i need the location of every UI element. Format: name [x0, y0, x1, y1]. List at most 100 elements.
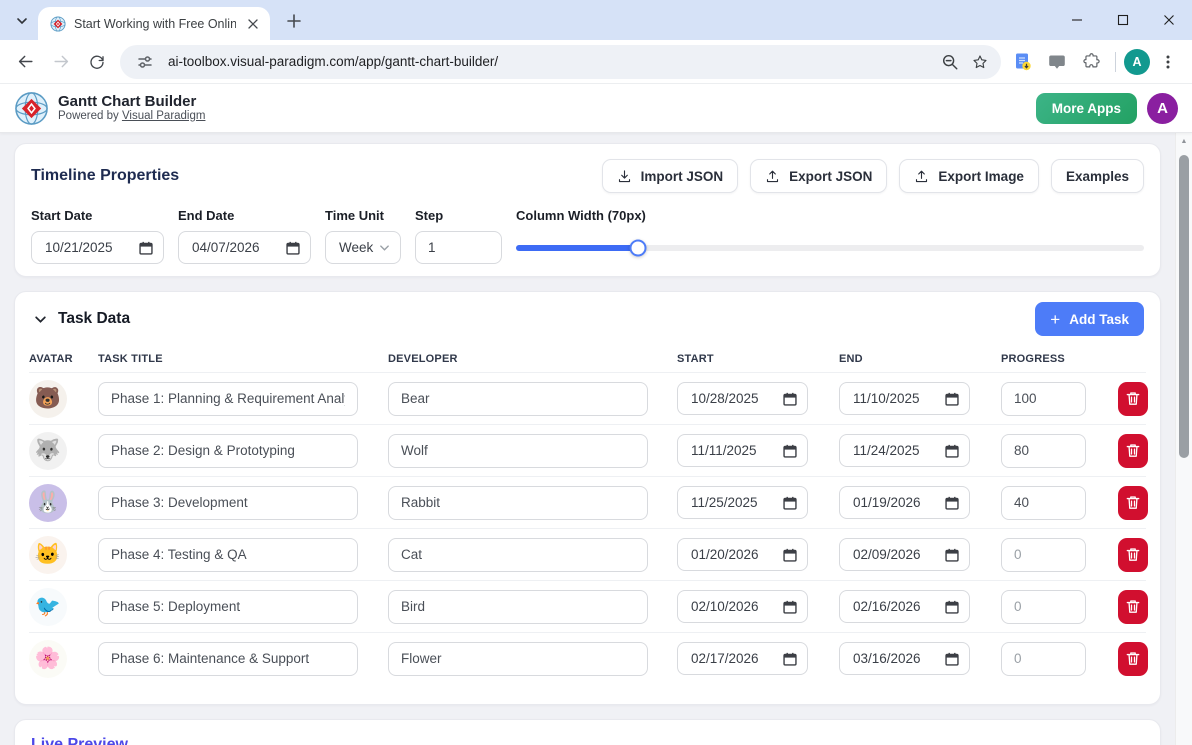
- calendar-icon[interactable]: [286, 241, 300, 255]
- window-minimize-button[interactable]: [1054, 0, 1100, 40]
- task-end-date-input[interactable]: 02/09/2026: [839, 538, 970, 571]
- calendar-icon[interactable]: [783, 548, 797, 562]
- back-button[interactable]: [8, 45, 42, 79]
- page-scrollbar[interactable]: ▲: [1175, 133, 1192, 745]
- import-json-button[interactable]: Import JSON: [601, 159, 739, 193]
- collapse-section-button[interactable]: [28, 307, 52, 331]
- tab-search-button[interactable]: [10, 9, 34, 33]
- delete-task-button[interactable]: [1118, 589, 1148, 624]
- reload-button[interactable]: [80, 45, 114, 79]
- comment-extension-icon[interactable]: [1041, 46, 1073, 78]
- window-controls: [1054, 0, 1192, 40]
- trash-icon: [1126, 599, 1140, 614]
- task-progress-input[interactable]: [1001, 589, 1086, 624]
- calendar-icon[interactable]: [945, 548, 959, 562]
- task-title-input[interactable]: [98, 589, 358, 624]
- task-start-date-input[interactable]: 01/20/2026: [677, 538, 808, 571]
- main-content: Timeline Properties Import JSON Export J…: [0, 133, 1192, 745]
- window-maximize-button[interactable]: [1100, 0, 1146, 40]
- scrollbar-thumb[interactable]: [1179, 155, 1189, 458]
- calendar-icon[interactable]: [945, 652, 959, 666]
- slider-thumb[interactable]: [629, 239, 647, 256]
- task-developer-input[interactable]: [388, 589, 648, 624]
- task-end-date-input[interactable]: 02/16/2026: [839, 590, 970, 623]
- calendar-icon[interactable]: [945, 392, 959, 406]
- start-date-value: 01/20/2026: [691, 547, 759, 562]
- task-developer-input[interactable]: [388, 641, 648, 676]
- calendar-icon[interactable]: [945, 496, 959, 510]
- task-title-input[interactable]: [98, 641, 358, 676]
- scrollbar-up-arrow-icon[interactable]: ▲: [1176, 138, 1192, 145]
- task-progress-input[interactable]: [1001, 537, 1086, 572]
- task-title-input[interactable]: [98, 485, 358, 520]
- forward-button[interactable]: [44, 45, 78, 79]
- column-width-slider[interactable]: [516, 231, 1144, 264]
- delete-task-button[interactable]: [1118, 485, 1148, 520]
- delete-task-button[interactable]: [1118, 641, 1148, 676]
- examples-button[interactable]: Examples: [1050, 159, 1144, 193]
- step-input[interactable]: [415, 231, 502, 264]
- browser-menu-button[interactable]: [1152, 46, 1184, 78]
- bird-avatar: 🐦: [29, 587, 67, 626]
- start-date-input[interactable]: 10/21/2025: [31, 231, 164, 264]
- task-progress-input[interactable]: [1001, 485, 1086, 520]
- task-end-date-input[interactable]: 11/10/2025: [839, 382, 970, 415]
- task-progress-input[interactable]: [1001, 381, 1086, 416]
- calendar-icon[interactable]: [783, 496, 797, 510]
- task-start-date-input[interactable]: 02/10/2026: [677, 590, 808, 623]
- calendar-icon[interactable]: [139, 241, 153, 255]
- task-title-input[interactable]: [98, 537, 358, 572]
- task-start-date-input[interactable]: 11/25/2025: [677, 486, 808, 519]
- delete-task-button[interactable]: [1118, 433, 1148, 468]
- task-progress-input[interactable]: [1001, 433, 1086, 468]
- new-tab-button[interactable]: [282, 9, 306, 33]
- table-header-row: AVATAR TASK TITLE DEVELOPER START END PR…: [29, 346, 1146, 372]
- address-bar[interactable]: ai-toolbox.visual-paradigm.com/app/gantt…: [120, 44, 1001, 79]
- calendar-icon[interactable]: [945, 600, 959, 614]
- window-close-button[interactable]: [1146, 0, 1192, 40]
- more-apps-button[interactable]: More Apps: [1035, 92, 1137, 124]
- site-info-button[interactable]: [130, 47, 160, 77]
- task-start-date-input[interactable]: 11/11/2025: [677, 434, 808, 467]
- avatar-cell: 🐺: [29, 431, 98, 470]
- url-text[interactable]: ai-toolbox.visual-paradigm.com/app/gantt…: [168, 54, 935, 69]
- task-end-date-input[interactable]: 11/24/2025: [839, 434, 970, 467]
- calendar-icon[interactable]: [945, 444, 959, 458]
- time-unit-select[interactable]: Week: [325, 231, 401, 264]
- delete-task-button[interactable]: [1118, 381, 1148, 416]
- task-developer-input[interactable]: [388, 485, 648, 520]
- export-image-button[interactable]: Export Image: [899, 159, 1039, 193]
- start-date-value: 10/21/2025: [45, 240, 113, 255]
- task-start-date-input[interactable]: 10/28/2025: [677, 382, 808, 415]
- user-avatar[interactable]: A: [1147, 92, 1178, 124]
- task-title-input[interactable]: [98, 381, 358, 416]
- task-end-date-input[interactable]: 03/16/2026: [839, 642, 970, 675]
- browser-profile-avatar[interactable]: A: [1124, 48, 1150, 75]
- calendar-icon[interactable]: [783, 392, 797, 406]
- task-end-date-input[interactable]: 01/19/2026: [839, 486, 970, 519]
- task-title-input[interactable]: [98, 433, 358, 468]
- task-progress-input[interactable]: [1001, 641, 1086, 676]
- tab-close-button[interactable]: [244, 15, 262, 33]
- end-date-input[interactable]: 04/07/2026: [178, 231, 311, 264]
- calendar-icon[interactable]: [783, 444, 797, 458]
- task-table: AVATAR TASK TITLE DEVELOPER START END PR…: [15, 346, 1160, 684]
- task-data-title: Task Data: [58, 310, 131, 327]
- bookmark-button[interactable]: [965, 47, 995, 77]
- extensions-puzzle-icon[interactable]: [1075, 46, 1107, 78]
- calendar-icon[interactable]: [783, 652, 797, 666]
- add-task-button[interactable]: + Add Task: [1035, 302, 1144, 336]
- browser-tab[interactable]: Start Working with Free Online: [38, 7, 270, 40]
- export-json-button[interactable]: Export JSON: [750, 159, 888, 193]
- delete-task-button[interactable]: [1118, 537, 1148, 572]
- task-developer-input[interactable]: [388, 433, 648, 468]
- task-developer-input[interactable]: [388, 537, 648, 572]
- add-task-label: Add Task: [1069, 311, 1129, 327]
- slider-track[interactable]: [516, 239, 1144, 256]
- task-start-date-input[interactable]: 02/17/2026: [677, 642, 808, 675]
- task-developer-input[interactable]: [388, 381, 648, 416]
- docs-offline-extension-icon[interactable]: [1007, 46, 1039, 78]
- zoom-button[interactable]: [935, 47, 965, 77]
- visual-paradigm-link[interactable]: Visual Paradigm: [122, 110, 206, 122]
- calendar-icon[interactable]: [783, 600, 797, 614]
